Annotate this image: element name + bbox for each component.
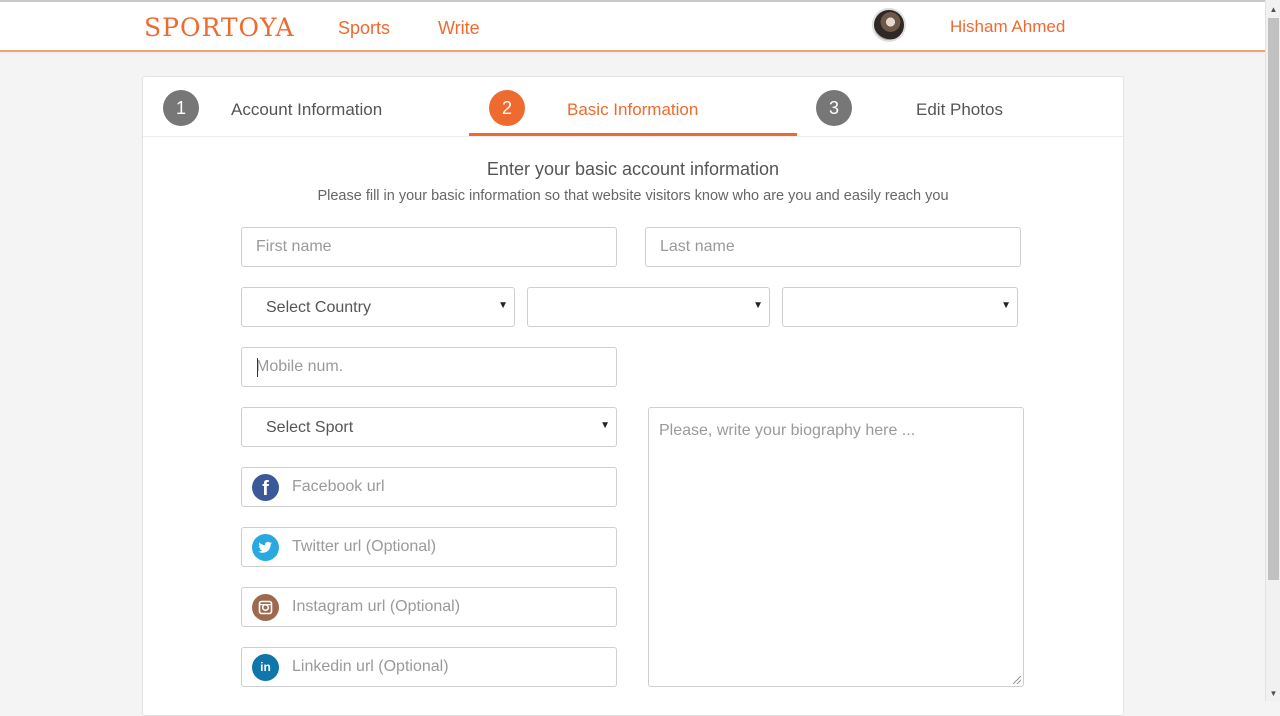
sport-select[interactable]: Select Sport ▼: [241, 407, 617, 447]
wizard-steps: 1 Account Information 2 Basic Informatio…: [143, 77, 1123, 137]
top-navbar: SPORTOYA Sports Write Hisham Ahmed: [0, 0, 1265, 52]
biography-field: [648, 407, 1024, 687]
caret-down-icon: ▼: [498, 300, 508, 311]
step-label: Account Information: [231, 100, 383, 119]
country-select-value: Select Country: [266, 299, 371, 316]
caret-down-icon: ▼: [600, 420, 610, 431]
step-number: 1: [163, 90, 199, 126]
resize-handle-icon[interactable]: [1013, 676, 1021, 684]
twitter-icon: [252, 534, 279, 561]
linkedin-field: in: [241, 647, 617, 687]
step-account-information[interactable]: 1 Account Information: [163, 77, 463, 137]
biography-textarea[interactable]: [649, 408, 1023, 684]
area-select[interactable]: ▼: [782, 287, 1018, 327]
linkedin-input[interactable]: [242, 648, 616, 686]
mobile-input[interactable]: [242, 348, 616, 386]
step-label: Edit Photos: [916, 100, 1003, 119]
facebook-input[interactable]: [242, 468, 616, 506]
scroll-down-icon[interactable]: ▼: [1266, 686, 1280, 701]
scroll-up-icon[interactable]: ▲: [1266, 2, 1280, 17]
last-name-field: [645, 227, 1021, 267]
caret-down-icon: ▼: [753, 300, 763, 311]
twitter-field: [241, 527, 617, 567]
last-name-input[interactable]: [646, 228, 1020, 266]
user-name-link[interactable]: Hisham Ahmed: [950, 17, 1065, 37]
city-select[interactable]: ▼: [527, 287, 770, 327]
instagram-icon: [252, 594, 279, 621]
sport-select-value: Select Sport: [266, 419, 354, 436]
linkedin-icon: in: [252, 654, 279, 681]
step-number: 3: [816, 90, 852, 126]
form-title: Enter your basic account information: [486, 159, 780, 179]
nav-sports-link[interactable]: Sports: [338, 18, 390, 39]
profile-wizard-card: 1 Account Information 2 Basic Informatio…: [142, 76, 1124, 716]
instagram-field: [241, 587, 617, 627]
nav-write-link[interactable]: Write: [438, 18, 480, 39]
logo[interactable]: SPORTOYA: [144, 13, 295, 42]
user-avatar[interactable]: [872, 8, 906, 42]
form-subtitle: Please fill in your basic information so…: [317, 188, 949, 204]
step-edit-photos[interactable]: 3 Edit Photos: [816, 77, 1116, 137]
facebook-icon: f: [252, 474, 279, 501]
step-label: Basic Information: [567, 100, 699, 119]
page-scrollbar[interactable]: ▲ ▼: [1265, 0, 1280, 701]
instagram-input[interactable]: [242, 588, 616, 626]
first-name-input[interactable]: [242, 228, 616, 266]
first-name-field: [241, 227, 617, 267]
step-number: 2: [489, 90, 525, 126]
twitter-input[interactable]: [242, 528, 616, 566]
caret-down-icon: ▼: [1001, 300, 1011, 311]
country-select[interactable]: Select Country ▼: [241, 287, 515, 327]
mobile-field: [241, 347, 617, 387]
step-basic-information[interactable]: 2 Basic Information: [469, 77, 797, 136]
scroll-thumb[interactable]: [1268, 18, 1279, 580]
text-cursor: [257, 358, 258, 377]
facebook-field: f: [241, 467, 617, 507]
